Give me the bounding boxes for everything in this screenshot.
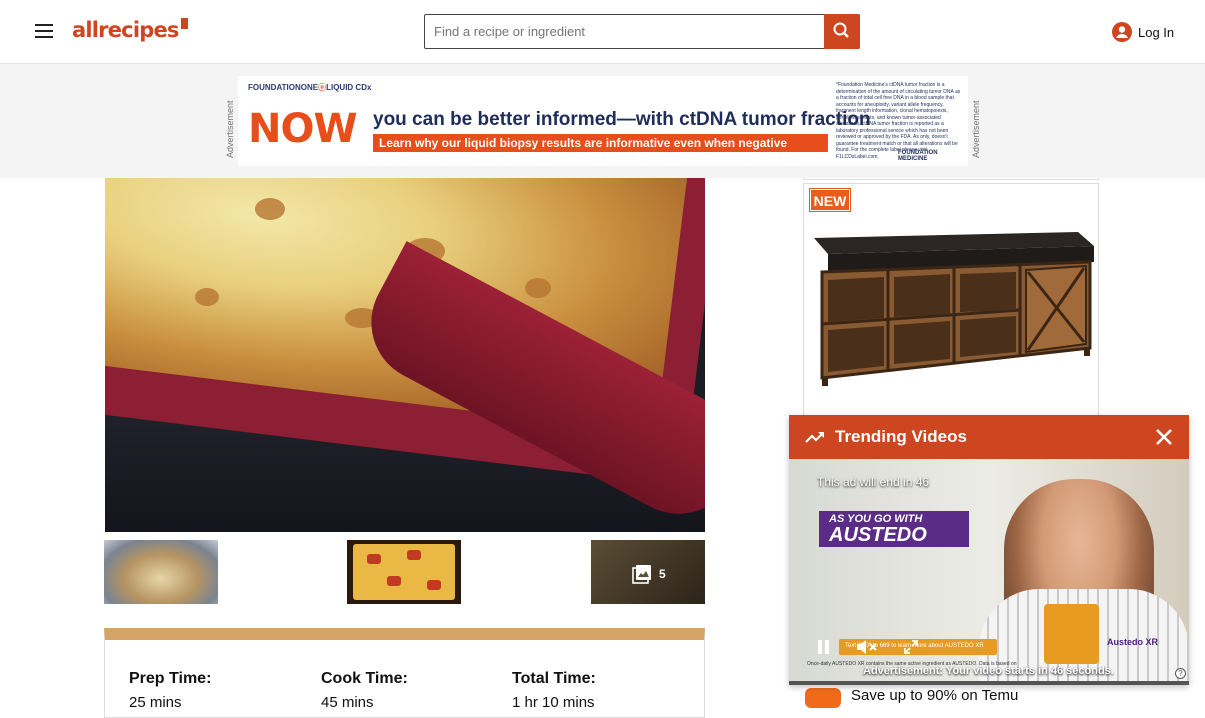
temu-logo[interactable] xyxy=(805,688,841,708)
ad-banner[interactable]: FOUNDATIONONEⓞLIQUID CDx NOW you can be … xyxy=(238,76,968,166)
video-title: Trending Videos xyxy=(835,427,967,446)
new-badge: NEW xyxy=(809,188,851,212)
ad-fine-print: *Foundation Medicine's ctDNA tumor fract… xyxy=(836,82,961,160)
prep-time-label: Prep Time: xyxy=(129,670,212,687)
pause-icon[interactable] xyxy=(817,639,831,655)
video-header: Trending Videos xyxy=(789,415,1189,459)
cook-time: Cook Time: 45 mins xyxy=(321,670,408,711)
video-brand-box: AS YOU GO WITH AUSTEDO xyxy=(819,511,969,547)
ad-headline: you can be better informed—with ctDNA tu… xyxy=(373,109,871,130)
mute-icon[interactable] xyxy=(855,638,879,656)
gallery-count: 5 xyxy=(659,567,666,581)
gallery-thumbnail-2[interactable] xyxy=(347,540,461,604)
prep-time: Prep Time: 25 mins xyxy=(129,670,211,711)
close-icon[interactable] xyxy=(1155,428,1173,446)
video-screen[interactable]: This ad will end in 46 AS YOU GO WITH AU… xyxy=(789,459,1189,685)
menu-icon[interactable] xyxy=(30,20,58,44)
recipe-main-photo[interactable] xyxy=(105,178,705,532)
prep-time-value: 25 mins xyxy=(129,694,182,711)
gallery-thumbnail-1[interactable] xyxy=(104,540,218,604)
ad-subline: Learn why our liquid biopsy results are … xyxy=(373,134,828,152)
total-time-value: 1 hr 10 mins xyxy=(512,694,595,711)
video-brand-logo: Austedo XR xyxy=(1107,637,1159,647)
search-icon xyxy=(833,22,849,38)
cook-time-label: Cook Time: xyxy=(321,670,408,687)
product-image xyxy=(814,232,1094,386)
logo-text[interactable]: allrecipes xyxy=(72,18,179,42)
login-label[interactable]: Log In xyxy=(1138,25,1174,40)
site-logo[interactable]: allrecipes xyxy=(72,18,188,42)
ad-end-countdown: This ad will end in 46 xyxy=(817,475,930,489)
cook-time-value: 45 mins xyxy=(321,694,374,711)
fullscreen-icon[interactable] xyxy=(903,639,919,655)
photo-library-icon xyxy=(632,565,651,584)
video-progress-bar[interactable] xyxy=(789,681,1189,685)
login-button[interactable]: Log In xyxy=(1112,22,1174,42)
total-time-label: Total Time: xyxy=(512,670,596,687)
video-ad-line: Advertisement: Your video starts in 46 s… xyxy=(863,665,1114,677)
temu-text[interactable]: Save up to 90% on Temu xyxy=(851,687,1018,704)
user-account-icon xyxy=(1112,22,1132,42)
gallery-more-button[interactable]: 5 xyxy=(591,540,705,604)
recipe-details-card: Prep Time: 25 mins Cook Time: 45 mins To… xyxy=(104,628,705,718)
ad-now: NOW xyxy=(248,106,358,152)
ad-brand: FOUNDATIONONEⓞLIQUID CDx xyxy=(248,83,372,92)
video-brand-line2: AUSTEDO xyxy=(829,524,927,546)
search-input[interactable] xyxy=(425,15,825,48)
total-time: Total Time: 1 hr 10 mins xyxy=(512,670,596,711)
search-button[interactable] xyxy=(824,14,860,49)
product-ad[interactable]: NEW xyxy=(803,183,1099,423)
ad-label-left: Advertisement xyxy=(225,100,235,158)
ad-label-right: Advertisement xyxy=(971,100,981,158)
trending-videos-player: Trending Videos This ad will end in 46 A… xyxy=(789,415,1189,685)
ad-banner-area: Advertisement Advertisement FOUNDATIONON… xyxy=(0,64,1205,178)
trending-icon xyxy=(805,432,824,443)
search-box xyxy=(424,14,860,49)
help-icon[interactable]: ? xyxy=(1175,668,1186,679)
ad-footer-logo: FOUNDATION MEDICINE xyxy=(898,150,938,162)
site-header: allrecipes Log In xyxy=(0,0,1205,64)
